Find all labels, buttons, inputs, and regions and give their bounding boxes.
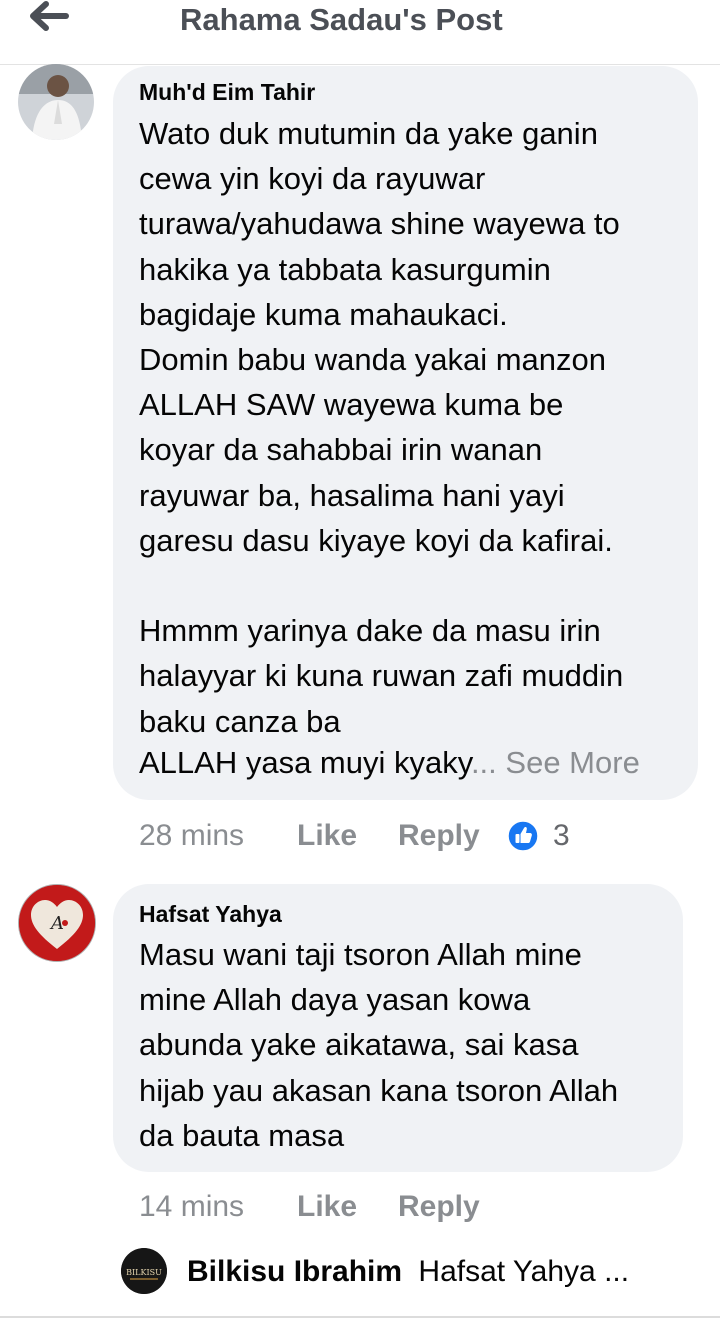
reply-button[interactable]: Reply (398, 819, 480, 853)
comment-author[interactable]: Hafsat Yahya (139, 901, 282, 928)
comment-author[interactable]: Muh'd Eim Tahir (139, 79, 315, 106)
like-reaction-icon (507, 820, 539, 852)
reply-author[interactable]: Bilkisu Ibrahim (187, 1255, 402, 1288)
reply-button[interactable]: Reply (398, 1190, 480, 1224)
top-bar: Rahama Sadau's Post (0, 0, 720, 65)
comment-text: Masu wani taji tsoron Allah mine mine Al… (139, 937, 619, 1153)
svg-text:BILKISU: BILKISU (126, 1268, 162, 1277)
comment-timestamp: 14 mins (139, 1190, 245, 1223)
comment-last-line: ALLAH yasa muyi kyaky (139, 745, 471, 780)
avatar[interactable]: A (18, 884, 96, 962)
avatar[interactable]: BILKISU (121, 1248, 167, 1294)
comment-text: Wato duk mutumin da yake ganin cewa yin … (139, 116, 624, 739)
reply-preview[interactable]: Bilkisu Ibrahim Hafsat Yahya ... (187, 1255, 629, 1289)
avatar[interactable] (18, 64, 94, 140)
svg-text:A: A (49, 913, 64, 934)
reaction-count[interactable]: 3 (553, 819, 570, 853)
ellipsis: ... (470, 745, 497, 780)
divider (0, 1316, 720, 1318)
reply-snippet[interactable]: Hafsat Yahya ... (418, 1255, 629, 1288)
like-button[interactable]: Like (297, 819, 357, 853)
heart-logo-icon: A (19, 885, 95, 961)
comment-timestamp: 28 mins (139, 819, 245, 852)
like-button[interactable]: Like (297, 1190, 357, 1224)
arrow-left-icon[interactable] (26, 0, 70, 36)
user-photo-icon (18, 64, 94, 140)
page-title: Rahama Sadau's Post (180, 2, 503, 37)
comment-truncated-line: ALLAH yasa muyi kyaky... See More (139, 740, 640, 785)
bilkisu-logo-icon: BILKISU (121, 1248, 167, 1294)
see-more-link[interactable]: See More (505, 745, 639, 780)
